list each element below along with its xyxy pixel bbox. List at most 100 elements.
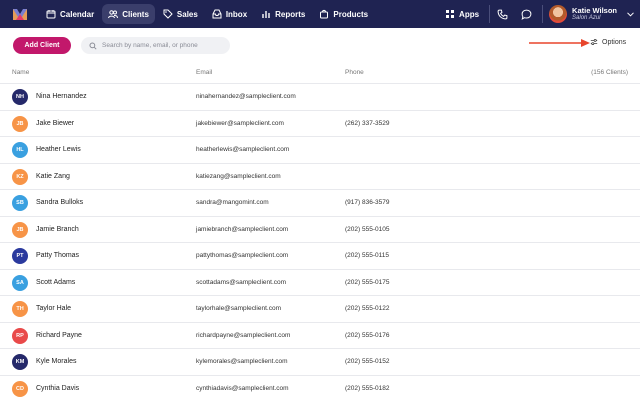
nav-reports[interactable]: Reports — [255, 4, 311, 24]
nav-sales-label: Sales — [176, 9, 198, 19]
client-name[interactable]: Patty Thomas — [36, 252, 79, 259]
client-email: cynthiadavis@sampleclient.com — [196, 384, 289, 392]
client-avatar: KZ — [12, 168, 28, 185]
search-icon — [89, 41, 97, 50]
client-name[interactable]: Heather Lewis — [36, 146, 81, 153]
table-row[interactable]: KZ Katie Zang katiezang@sampleclient.com — [0, 162, 640, 190]
user-name: Katie Wilson — [572, 5, 617, 15]
nav-calendar[interactable]: Calendar — [40, 4, 100, 24]
client-avatar: KM — [12, 354, 28, 370]
bag-icon — [320, 9, 329, 19]
client-email: katiezang@sampleclient.com — [196, 172, 281, 180]
client-email: taylorhale@sampleclient.com — [196, 305, 281, 312]
chat-button[interactable] — [514, 0, 538, 28]
nav-calendar-label: Calendar — [60, 9, 95, 19]
calendar-icon — [46, 10, 56, 19]
client-name[interactable]: Nina Hernandez — [36, 93, 87, 100]
client-name[interactable]: Sandra Bulloks — [36, 199, 83, 206]
options-button[interactable]: Options — [590, 38, 626, 46]
table-row[interactable]: PT Patty Thomas pattythomas@sampleclient.c… — [0, 242, 640, 269]
client-email: scottadams@sampleclient.com — [196, 278, 287, 286]
nav-apps[interactable]: Apps — [439, 4, 485, 24]
client-avatar: RP — [12, 327, 28, 344]
client-phone: (202) 555-0182 — [345, 384, 390, 392]
client-avatar: JB — [12, 221, 28, 238]
client-phone: (202) 555-0122 — [345, 305, 390, 312]
table-row[interactable]: HL Heather Lewis heatherlewis@sampleclient… — [0, 136, 640, 163]
client-avatar: TH — [12, 301, 28, 317]
client-name[interactable]: Richard Payne — [36, 332, 82, 339]
client-avatar: HL — [12, 142, 28, 158]
header-name[interactable]: Name — [12, 69, 29, 76]
table-row[interactable]: KM Kyle Morales kylemorales@sampleclient.c… — [0, 348, 640, 375]
nav-reports-label: Reports — [275, 9, 306, 19]
nav-right-group: Apps Katie Wilson Salon Azul — [439, 0, 640, 28]
client-count: (156 Clients) — [591, 69, 628, 76]
client-email: ninahernandez@sampleclient.com — [196, 93, 296, 100]
chevron-down-icon — [627, 11, 634, 17]
sliders-icon — [590, 39, 598, 45]
table-row[interactable]: TH Taylor Hale taylorhale@sampleclient.com… — [0, 295, 640, 322]
table-row[interactable]: JB Jake Biewer jakebiewer@sampleclient.com… — [0, 109, 640, 137]
nav-products[interactable]: Products — [313, 4, 374, 24]
nav-sales[interactable]: Sales — [157, 4, 204, 24]
table-header: Name Email Phone (156 Clients) — [0, 64, 640, 82]
client-email: kylemorales@sampleclient.com — [196, 358, 288, 365]
client-phone: (202) 555-0176 — [345, 331, 390, 339]
client-phone: (202) 555-0115 — [345, 252, 389, 259]
client-phone: (917) 836-3579 — [345, 199, 390, 206]
user-salon: Salon Azul — [572, 14, 601, 21]
header-email[interactable]: Email — [196, 69, 212, 76]
inbox-icon — [212, 9, 222, 19]
client-email: sandra@mangomint.com — [196, 199, 269, 206]
user-menu[interactable]: Katie Wilson Salon Azul — [543, 0, 640, 28]
chat-icon — [521, 9, 531, 20]
phone-button[interactable] — [490, 0, 514, 28]
top-nav: Calendar Clients Sales Inbox Reports Pro… — [0, 0, 640, 28]
client-avatar: JB — [12, 115, 28, 132]
client-avatar: SB — [12, 195, 28, 211]
phone-icon — [497, 9, 507, 19]
table-row[interactable]: CD Cynthia Davis cynthiadavis@sampleclient… — [0, 374, 640, 400]
search-input[interactable] — [102, 42, 230, 49]
chart-icon — [262, 11, 270, 18]
client-name[interactable]: Taylor Hale — [36, 305, 71, 312]
client-name[interactable]: Katie Zang — [36, 173, 70, 180]
nav-clients-label: Clients — [122, 9, 149, 19]
client-avatar: SA — [12, 274, 28, 291]
grid-icon — [446, 10, 455, 18]
client-name[interactable]: Kyle Morales — [36, 358, 76, 365]
table-row[interactable]: NH Nina Hernandez ninahernandez@sampleclie… — [0, 83, 640, 110]
client-avatar: PT — [12, 248, 28, 264]
table-row[interactable]: SB Sandra Bulloks sandra@mangomint.com (917… — [0, 189, 640, 216]
client-phone: (202) 555-0175 — [345, 278, 390, 286]
client-name[interactable]: Jake Biewer — [36, 120, 74, 127]
avatar — [549, 5, 568, 23]
nav-inbox-label: Inbox — [225, 9, 248, 19]
table-row[interactable]: RP Richard Payne richardpayne@sampleclient… — [0, 321, 640, 349]
client-name[interactable]: Cynthia Davis — [36, 385, 79, 392]
client-email: pattythomas@sampleclient.com — [196, 252, 289, 259]
client-phone: (262) 337-3529 — [345, 119, 390, 127]
add-client-button[interactable]: Add Client — [13, 37, 71, 54]
client-email: heatherlewis@sampleclient.com — [196, 146, 290, 153]
client-avatar: NH — [12, 89, 28, 105]
table-row[interactable]: JB Jamie Branch jamiebranch@sampleclient.c… — [0, 215, 640, 243]
app-logo[interactable] — [6, 0, 34, 28]
nav-clients[interactable]: Clients — [102, 4, 155, 24]
client-name[interactable]: Jamie Branch — [36, 226, 79, 233]
client-name[interactable]: Scott Adams — [36, 279, 75, 286]
client-phone: (202) 555-0105 — [345, 225, 390, 233]
nav-products-label: Products — [333, 9, 369, 19]
client-email: jamiebranch@sampleclient.com — [196, 225, 289, 233]
tag-icon — [163, 9, 173, 19]
logo-icon — [13, 9, 27, 20]
header-phone[interactable]: Phone — [345, 69, 364, 76]
users-icon — [108, 10, 119, 19]
table-row[interactable]: SA Scott Adams scottadams@sampleclient.com… — [0, 268, 640, 296]
client-phone: (202) 555-0152 — [345, 358, 390, 365]
search-box[interactable] — [81, 37, 230, 54]
annotation-arrow — [529, 39, 590, 47]
nav-inbox[interactable]: Inbox — [206, 4, 253, 24]
user-info: Katie Wilson Salon Azul — [572, 5, 617, 22]
